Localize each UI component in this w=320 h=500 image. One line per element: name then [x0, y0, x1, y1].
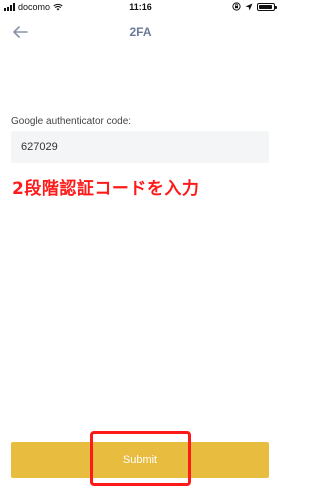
orientation-lock-icon	[232, 2, 241, 11]
code-field-label: Google authenticator code:	[11, 116, 132, 127]
page-title: 2FA	[129, 25, 152, 39]
status-bar: docomo 11:16	[0, 0, 281, 16]
battery-level	[259, 4, 272, 9]
submit-button[interactable]: Submit	[11, 442, 269, 478]
location-icon	[245, 3, 253, 10]
two-factor-screen: docomo 11:16 2FA Google authenticator co…	[0, 0, 281, 500]
authenticator-code-input[interactable]	[11, 131, 269, 163]
instruction-annotation: 2段階認証コードを入力	[12, 179, 200, 199]
nav-bar: 2FA	[0, 16, 281, 48]
status-right	[232, 2, 277, 11]
battery-icon	[257, 2, 277, 11]
